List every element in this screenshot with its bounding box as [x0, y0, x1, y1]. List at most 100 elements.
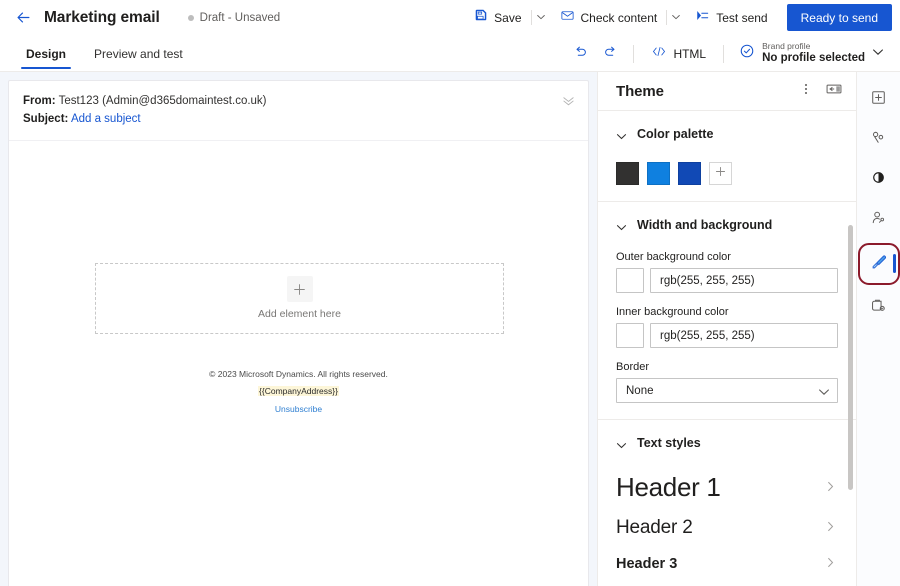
tab-preview-label: Preview and test — [94, 47, 183, 61]
email-from-row: From: Test123 (Admin@d365domaintest.co.u… — [23, 93, 574, 111]
rail-personalization-button[interactable] — [863, 124, 895, 156]
rail-selection-indicator — [893, 254, 896, 273]
text-style-header-3-label: Header 3 — [616, 556, 677, 572]
test-send-button[interactable]: Test send — [686, 4, 776, 31]
email-from-value: Test123 (Admin@d365domaintest.co.uk) — [59, 95, 267, 107]
text-style-header-2[interactable]: Header 2 — [616, 515, 838, 541]
code-icon — [651, 44, 667, 64]
plus-icon — [714, 165, 727, 183]
rail-clipboard-check-button[interactable] — [863, 292, 895, 324]
section-text-styles-title: Text styles — [637, 436, 701, 450]
text-style-header-3[interactable]: Header 3 — [616, 553, 838, 575]
section-text-styles-header[interactable]: Text styles — [616, 430, 838, 456]
inner-background-swatch[interactable] — [616, 323, 644, 348]
tool-rail — [856, 72, 900, 586]
chevron-down-icon — [671, 9, 681, 27]
email-body: Add element here © 2023 Microsoft Dynami… — [9, 141, 588, 586]
email-meta-header: From: Test123 (Admin@d365domaintest.co.u… — [9, 81, 588, 141]
email-canvas-area: From: Test123 (Admin@d365domaintest.co.u… — [0, 72, 597, 586]
back-button[interactable] — [8, 3, 38, 33]
double-chevron-down-icon — [562, 94, 575, 112]
undo-button[interactable] — [566, 40, 594, 68]
section-width-background-header[interactable]: Width and background — [616, 212, 838, 238]
properties-scrollbar[interactable] — [848, 225, 853, 490]
palette-swatch-1[interactable] — [616, 162, 639, 185]
brand-profile-value: No profile selected — [762, 52, 865, 65]
section-color-palette-header[interactable]: Color palette — [616, 121, 838, 147]
redo-button[interactable] — [596, 40, 624, 68]
inner-background-row — [616, 323, 838, 348]
company-address-token[interactable]: {{CompanyAddress}} — [258, 386, 339, 396]
chevron-down-icon — [616, 220, 627, 231]
brand-check-icon — [739, 43, 755, 64]
footer-token-row: {{CompanyAddress}} — [9, 381, 588, 399]
tab-design[interactable]: Design — [18, 35, 74, 72]
add-element-icon — [870, 89, 887, 111]
chevron-down-icon — [872, 45, 884, 63]
save-label: Save — [494, 11, 521, 25]
border-select[interactable]: None — [616, 378, 838, 403]
save-button[interactable]: Save — [465, 4, 530, 31]
outer-background-row — [616, 268, 838, 293]
text-style-header-1[interactable]: Header 1 — [616, 470, 838, 505]
border-select-wrap: None — [616, 378, 838, 403]
html-button[interactable]: HTML — [643, 40, 714, 67]
add-element-dropzone[interactable]: Add element here — [95, 263, 504, 334]
email-footer: © 2023 Microsoft Dynamics. All rights re… — [9, 368, 588, 418]
chevron-right-icon — [825, 555, 836, 573]
text-style-header-1-label: Header 1 — [616, 472, 721, 503]
chevron-down-icon — [616, 129, 627, 140]
rail-audience-button[interactable] — [863, 204, 895, 236]
unsubscribe-link[interactable]: Unsubscribe — [275, 404, 322, 414]
rail-contrast-button[interactable] — [863, 164, 895, 196]
add-subject-link[interactable]: Add a subject — [71, 113, 141, 125]
outer-background-label: Outer background color — [616, 251, 838, 263]
check-content-button[interactable]: Check content — [551, 4, 667, 31]
ready-to-send-button[interactable]: Ready to send — [787, 4, 892, 31]
footer-copyright: © 2023 Microsoft Dynamics. All rights re… — [9, 368, 588, 382]
chevron-right-icon — [825, 519, 836, 537]
rail-styles-button[interactable] — [863, 248, 895, 280]
email-card: From: Test123 (Admin@d365domaintest.co.u… — [8, 80, 589, 586]
html-label: HTML — [673, 47, 706, 61]
arrow-left-icon — [15, 9, 32, 26]
check-content-split-button[interactable] — [666, 4, 686, 31]
chevron-down-icon — [616, 438, 627, 449]
footer-unsubscribe-row: Unsubscribe — [9, 399, 588, 417]
rail-add-element-button[interactable] — [863, 84, 895, 116]
toolbar-divider-2 — [723, 45, 724, 63]
email-from-label: From: — [23, 95, 56, 107]
email-subject-row: Subject: Add a subject — [23, 111, 574, 129]
border-label: Border — [616, 361, 838, 373]
expand-meta-button[interactable] — [558, 93, 578, 113]
tab-list: Design Preview and test — [18, 35, 203, 72]
contrast-icon — [870, 169, 887, 191]
palette-swatch-3[interactable] — [678, 162, 701, 185]
palette-swatch-2[interactable] — [647, 162, 670, 185]
top-command-actions: Save Check content — [465, 0, 892, 35]
properties-dock-button[interactable] — [820, 77, 848, 105]
tab-preview-and-test[interactable]: Preview and test — [86, 35, 191, 72]
properties-scroll-region: Color palette — [598, 111, 856, 586]
inner-background-input[interactable] — [650, 323, 838, 348]
properties-header: Theme — [598, 72, 856, 111]
brand-profile-text: Brand profile No profile selected — [762, 42, 865, 64]
secondary-toolbar: Design Preview and test — [0, 35, 900, 72]
brand-profile-selector[interactable]: Brand profile No profile selected — [733, 38, 890, 69]
save-split-button[interactable] — [531, 4, 551, 31]
text-style-header-2-label: Header 2 — [616, 517, 693, 539]
outer-background-swatch[interactable] — [616, 268, 644, 293]
audience-icon — [870, 209, 887, 231]
outer-background-input[interactable] — [650, 268, 838, 293]
app-root: Marketing email Draft - Unsaved Save — [0, 0, 900, 586]
color-palette-swatches — [616, 162, 838, 185]
redo-icon — [603, 44, 618, 64]
clipboard-check-icon — [870, 297, 887, 319]
more-vertical-icon — [799, 82, 813, 101]
email-subject-label: Subject: — [23, 113, 68, 125]
chevron-down-icon — [536, 9, 546, 27]
add-element-label: Add element here — [258, 308, 341, 320]
add-palette-color-button[interactable] — [709, 162, 732, 185]
properties-title: Theme — [616, 83, 792, 100]
properties-more-button[interactable] — [792, 77, 820, 105]
